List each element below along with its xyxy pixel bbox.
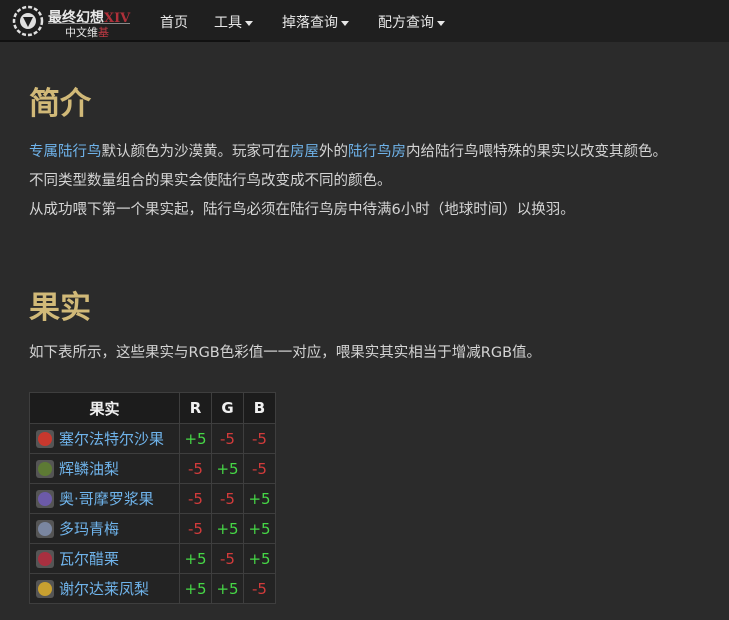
fruit-description: 如下表所示，这些果实与RGB色彩值一一对应，喂果实其实相当于增减RGB值。 [29, 345, 542, 361]
table-header-row: 果实 R G B [29, 392, 276, 424]
nav-drop-search[interactable]: 掉落查询 [282, 12, 349, 32]
intro-line-2: 不同类型数量组合的果实会使陆行鸟改变成不同的颜色。 [29, 173, 392, 189]
table-row: 瓦尔醋栗 +5 -5 +5 [29, 543, 276, 574]
intro-heading: 简介 [29, 86, 91, 122]
intro-line-1: 专属陆行鸟默认颜色为沙漠黄。玩家可在房屋外的陆行鸟房内给陆行鸟喂特殊的果实以改变… [29, 144, 667, 160]
chevron-down-icon [437, 20, 445, 26]
value-b-cell: -5 [243, 453, 276, 484]
fruit-link[interactable]: 奥·哥摩罗浆果 [59, 490, 154, 508]
fruit-link[interactable]: 塞尔法特尔沙果 [59, 430, 164, 448]
value-b-cell: +5 [243, 483, 276, 514]
value-b-cell: -5 [243, 573, 276, 604]
value-g-cell: +5 [211, 513, 244, 544]
table-row: 谢尔达莱凤梨 +5 +5 -5 [29, 573, 276, 604]
col-fruit-header: 果实 [29, 392, 180, 424]
value-r-cell: +5 [179, 573, 212, 604]
fruit-link[interactable]: 多玛青梅 [59, 520, 119, 538]
fruit-name-cell: 塞尔法特尔沙果 [29, 423, 180, 454]
red-apple-icon [36, 429, 54, 448]
table-row: 辉鳞油梨 -5 +5 -5 [29, 453, 276, 484]
nav-home[interactable]: 首页 [160, 12, 188, 32]
col-r-header: R [179, 392, 212, 424]
value-r-cell: +5 [179, 423, 212, 454]
value-g-cell: +5 [211, 573, 244, 604]
table-row: 多玛青梅 -5 +5 +5 [29, 513, 276, 544]
value-r-cell: -5 [179, 483, 212, 514]
site-logo[interactable]: 最终幻想XIV 中文维基 [10, 4, 135, 39]
plum-icon [36, 519, 54, 538]
fruit-name-cell: 瓦尔醋栗 [29, 543, 180, 574]
value-g-cell: -5 [211, 483, 244, 514]
col-b-header: B [243, 392, 276, 424]
value-r-cell: -5 [179, 513, 212, 544]
col-g-header: G [211, 392, 244, 424]
table-row: 奥·哥摩罗浆果 -5 -5 +5 [29, 483, 276, 514]
fruit-name-cell: 奥·哥摩罗浆果 [29, 483, 180, 514]
value-r-cell: -5 [179, 453, 212, 484]
link-chocobo[interactable]: 专属陆行鸟 [29, 144, 102, 160]
value-g-cell: +5 [211, 453, 244, 484]
grape-berry-icon [36, 489, 54, 508]
value-b-cell: -5 [243, 423, 276, 454]
table-row: 塞尔法特尔沙果 +5 -5 -5 [29, 423, 276, 454]
fruit-heading: 果实 [29, 290, 91, 326]
fruit-link[interactable]: 谢尔达莱凤梨 [59, 580, 149, 598]
fruit-name-cell: 辉鳞油梨 [29, 453, 180, 484]
value-r-cell: +5 [179, 543, 212, 574]
fruit-link[interactable]: 辉鳞油梨 [59, 460, 119, 478]
value-g-cell: -5 [211, 543, 244, 574]
nav-recipe-search[interactable]: 配方查询 [378, 12, 445, 32]
fruit-name-cell: 谢尔达莱凤梨 [29, 573, 180, 604]
fruit-link[interactable]: 瓦尔醋栗 [59, 550, 119, 568]
intro-paragraph: 专属陆行鸟默认颜色为沙漠黄。玩家可在房屋外的陆行鸟房内给陆行鸟喂特殊的果实以改变… [29, 138, 667, 225]
ffxiv-emblem-icon [12, 5, 44, 37]
link-chocobo-stable[interactable]: 陆行鸟房 [348, 144, 406, 160]
value-g-cell: -5 [211, 423, 244, 454]
intro-line-3: 从成功喂下第一个果实起，陆行鸟必须在陆行鸟房中待满6小时（地球时间）以换羽。 [29, 202, 575, 218]
chevron-down-icon [245, 20, 253, 26]
pineapple-icon [36, 579, 54, 598]
nav-tools[interactable]: 工具 [214, 12, 253, 32]
chevron-down-icon [341, 20, 349, 26]
currant-icon [36, 549, 54, 568]
value-b-cell: +5 [243, 513, 276, 544]
logo-subtitle: 中文维基 [65, 26, 109, 39]
avocado-icon [36, 459, 54, 478]
link-housing[interactable]: 房屋 [290, 144, 319, 160]
fruit-name-cell: 多玛青梅 [29, 513, 180, 544]
top-navbar: 最终幻想XIV 中文维基 首页 工具 掉落查询 配方查询 [0, 0, 729, 42]
navbar-underline [0, 40, 250, 42]
fruit-rgb-table: 果实 R G B 塞尔法特尔沙果 +5 -5 -5 辉鳞油梨 -5 +5 -5 奥·哥摩罗浆果 -… [29, 392, 276, 604]
value-b-cell: +5 [243, 543, 276, 574]
